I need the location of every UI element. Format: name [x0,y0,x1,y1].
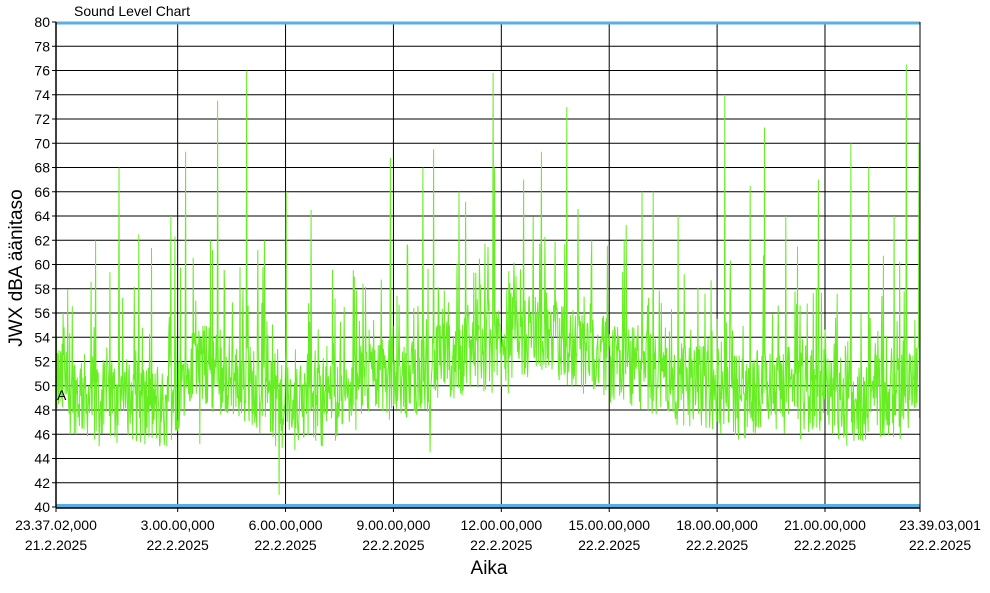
y-tick-label: 46 [34,426,50,442]
x-tick-date-label: 22.2.2025 [470,537,532,553]
y-axis-label: JWX dBA äänitaso [6,189,27,346]
y-tick-label: 80 [34,14,50,30]
y-tick-label: 74 [34,87,50,103]
x-tick-date-label: 22.2.2025 [578,537,640,553]
series-layer [55,64,921,495]
y-tick-label: 42 [34,475,50,491]
y-tick-label: 70 [34,135,50,151]
x-tick-date-label: 21.2.2025 [25,537,87,553]
x-tick-time-label: 15.00.00,000 [568,517,650,533]
y-tick-label: 58 [34,281,50,297]
x-tick-date-label: 22.2.2025 [909,537,971,553]
y-tick-label: 64 [34,208,50,224]
x-tick-time-label: 21.00.00,000 [784,517,866,533]
y-tick-label: 44 [34,451,50,467]
x-tick-time-label: 9.00.00,000 [356,517,430,533]
y-tick-label: 52 [34,354,50,370]
y-tick-label: 76 [34,63,50,79]
y-tick-label: 62 [34,232,50,248]
y-tick-label: 54 [34,329,50,345]
sound-level-chart: Sound Level Chart 40 42 44 46 48 50 52 54 56 58 60… [0,0,990,588]
x-tick-time-label: 12.00.00,000 [460,517,542,533]
y-tick-label: 60 [34,257,50,273]
y-tick-label: 40 [34,499,50,515]
x-tick-time-label: 18.00.00,000 [676,517,758,533]
y-tick-label: 66 [34,184,50,200]
x-tick-time-label: 3.00.00,000 [141,517,215,533]
y-tick-label: 56 [34,305,50,321]
x-tick-time-label: 6.00.00,000 [249,517,323,533]
x-tick-date-label: 22.2.2025 [147,537,209,553]
sound-level-series-line [55,64,921,495]
x-tick-date-label: 22.2.2025 [686,537,748,553]
x-tick-time-label: 23.37.02,000 [15,517,97,533]
x-tick-date-label: 22.2.2025 [362,537,424,553]
y-tick-label: 48 [34,402,50,418]
marker-label: A [57,387,67,403]
x-tick-time-label: 23.39.03,001 [899,517,981,533]
x-axis-label: Aika [471,558,508,579]
y-tick-label: 68 [34,160,50,176]
x-tick-date-label: 22.2.2025 [254,537,316,553]
chart-title: Sound Level Chart [74,3,190,19]
y-tick-label: 50 [34,378,50,394]
y-tick-label: 72 [34,111,50,127]
x-tick-date-label: 22.2.2025 [794,537,856,553]
chart-svg: Sound Level Chart 40 42 44 46 48 50 52 54 56 58 60… [6,3,981,579]
y-tick-label: 78 [34,38,50,54]
